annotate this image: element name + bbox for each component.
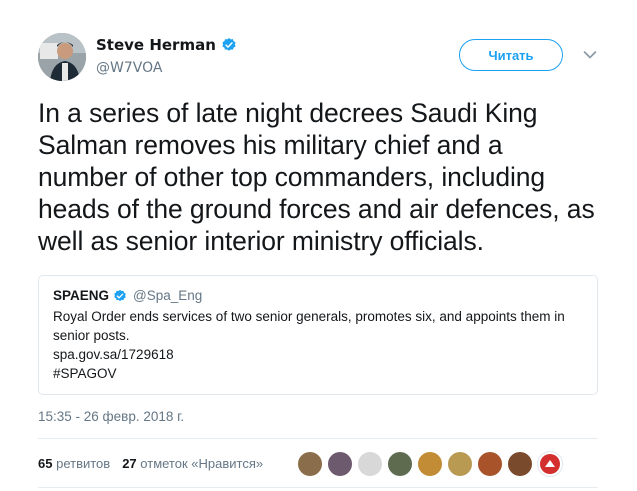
liker-avatar-7[interactable] — [477, 451, 503, 477]
verified-badge-icon — [222, 38, 236, 51]
liker-avatar-4[interactable] — [387, 451, 413, 477]
quoted-tweet-hashtag: #SPAGOV — [53, 366, 117, 381]
chevron-down-icon[interactable] — [583, 50, 597, 60]
liker-avatars — [297, 451, 563, 477]
likes-label: отметок «Нравится» — [140, 456, 264, 471]
author-photo — [38, 33, 86, 81]
quoted-tweet-text: Royal Order ends services of two senior … — [53, 309, 565, 343]
tweet-text: In a series of late night decrees Saudi … — [38, 98, 595, 256]
quoted-author-name: SPAENG — [53, 288, 110, 303]
tweet-timestamp[interactable]: 15:35 - 26 февр. 2018 г. — [38, 409, 184, 424]
follow-button[interactable]: Читать — [459, 39, 563, 71]
liker-avatar-6[interactable] — [447, 451, 473, 477]
quoted-tweet-header: SPAENG @Spa_Eng — [53, 288, 583, 303]
likes-stat[interactable]: 27 отметок «Нравится» — [122, 456, 263, 471]
liker-avatar-5[interactable] — [417, 451, 443, 477]
divider — [38, 438, 598, 439]
likes-count: 27 — [122, 456, 137, 471]
author-avatar[interactable] — [38, 33, 86, 81]
author-handle[interactable]: @W7VOA — [96, 60, 162, 76]
divider — [38, 487, 598, 488]
liker-avatar-3[interactable] — [357, 451, 383, 477]
verified-badge-icon — [114, 289, 126, 301]
liker-avatar-2[interactable] — [327, 451, 353, 477]
quoted-author-handle: @Spa_Eng — [133, 288, 203, 303]
retweets-label: ретвитов — [56, 456, 111, 471]
quoted-tweet[interactable]: SPAENG @Spa_Eng Royal Order ends service… — [38, 275, 598, 395]
tweet-stats: 65 ретвитов 27 отметок «Нравится» — [38, 456, 263, 471]
liker-avatar-9[interactable] — [537, 451, 563, 477]
author-name-row[interactable]: Steve Herman — [96, 36, 237, 54]
retweets-count: 65 — [38, 456, 53, 471]
liker-avatar-1[interactable] — [297, 451, 323, 477]
author-name[interactable]: Steve Herman — [96, 36, 216, 54]
retweets-stat[interactable]: 65 ретвитов — [38, 456, 110, 471]
quoted-tweet-link: spa.gov.sa/1729618 — [53, 347, 174, 362]
liker-avatar-8[interactable] — [507, 451, 533, 477]
